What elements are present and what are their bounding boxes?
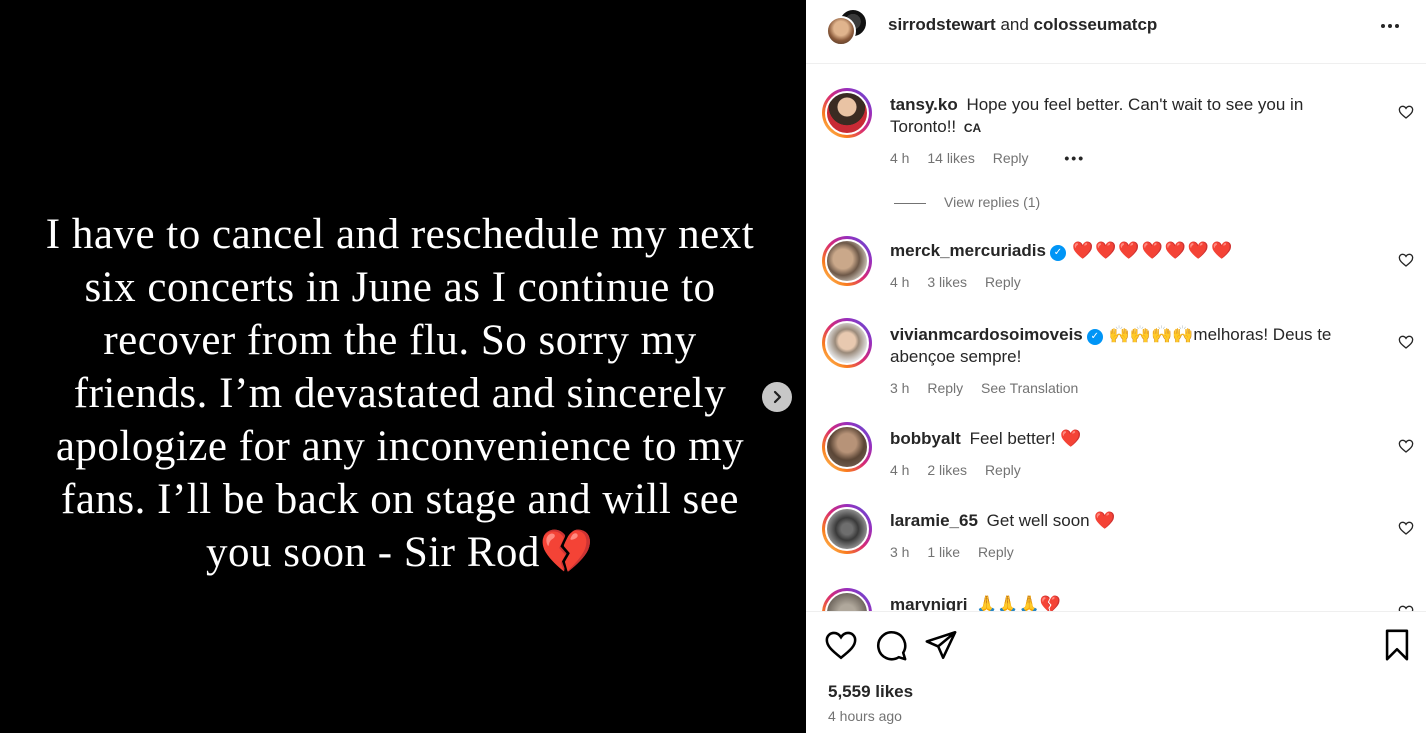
post-likes-count[interactable]: 5,559 likes <box>828 682 913 702</box>
share-send-icon[interactable] <box>924 628 958 662</box>
heart-outline-icon[interactable] <box>1398 520 1414 536</box>
chevron-right-icon <box>773 390 782 404</box>
post-timestamp[interactable]: 4 hours ago <box>828 708 902 724</box>
comment-username[interactable]: merck_mercuriadis <box>890 241 1046 260</box>
comment-time[interactable]: 3 h <box>890 544 909 560</box>
next-slide-button[interactable] <box>762 382 792 412</box>
reply-button[interactable]: Reply <box>985 274 1021 290</box>
comment-username[interactable]: tansy.ko <box>890 95 958 114</box>
see-translation-button[interactable]: See Translation <box>981 380 1078 396</box>
comment-time[interactable]: 3 h <box>890 380 909 396</box>
heart-outline-icon[interactable] <box>1398 604 1414 611</box>
comments-list[interactable]: tansy.ko Hope you feel better. Can't wai… <box>806 64 1426 611</box>
comment-username[interactable]: vivianmcardosoimoveis <box>890 325 1083 344</box>
authors-conjunction: and <box>1000 15 1029 34</box>
heart-outline-icon[interactable] <box>1398 438 1414 454</box>
comment-text: bobbyalt Feel better! ❤️ <box>890 428 1360 450</box>
avatar[interactable] <box>822 422 872 472</box>
more-horizontal-icon <box>1381 24 1399 28</box>
avatar[interactable] <box>822 588 872 611</box>
comment-text: tansy.ko Hope you feel better. Can't wai… <box>890 94 1360 139</box>
bookmark-icon[interactable] <box>1380 628 1414 662</box>
reply-button[interactable]: Reply <box>978 544 1014 560</box>
post-media: I have to cancel and reschedule my next … <box>0 0 806 733</box>
comment-time[interactable]: 4 h <box>890 462 909 478</box>
comment-text: vivianmcardosoimoveis ✓ 🙌🙌🙌🙌melhoras! Deus… <box>890 324 1360 368</box>
comment-time[interactable]: 4 h <box>890 274 909 290</box>
reply-divider <box>894 202 926 204</box>
comment-content: Feel better! ❤️ <box>969 429 1082 448</box>
reply-button[interactable]: Reply <box>927 380 963 396</box>
comment-likes[interactable]: 14 likes <box>927 150 974 166</box>
instagram-post-view: I have to cancel and reschedule my next … <box>0 0 1426 733</box>
more-options-button[interactable] <box>1376 14 1404 38</box>
comment-content: 🙏🙏🙏💔 <box>976 595 1061 611</box>
reply-button[interactable]: Reply <box>993 150 1029 166</box>
comment-meta: 4 h 2 likes Reply <box>890 462 1035 478</box>
verified-badge-icon: ✓ <box>1049 245 1066 261</box>
comment-text: marynigri 🙏🙏🙏💔 <box>890 594 1360 611</box>
comment-content: ❤️❤️❤️❤️❤️❤️❤️ <box>1071 241 1235 260</box>
post-actions: 5,559 likes 4 hours ago <box>806 611 1426 733</box>
comment-likes[interactable]: 3 likes <box>927 274 967 290</box>
avatar[interactable] <box>822 318 872 368</box>
comment-time[interactable]: 4 h <box>890 150 909 166</box>
comment-username[interactable]: bobbyalt <box>890 429 961 448</box>
comment-meta: 4 h 14 likes Reply ••• <box>890 150 1099 166</box>
comment-username[interactable]: laramie_65 <box>890 511 978 530</box>
comment-text: laramie_65 Get well soon ❤️ <box>890 510 1360 532</box>
avatar-author[interactable] <box>826 16 856 46</box>
comment-text: merck_mercuriadis ✓ ❤️❤️❤️❤️❤️❤️❤️ <box>890 240 1360 262</box>
comment-content: Get well soon ❤️ <box>986 511 1116 530</box>
like-heart-icon[interactable] <box>824 628 858 662</box>
country-badge: CA <box>963 121 982 135</box>
avatar[interactable] <box>822 236 872 286</box>
comment-likes[interactable]: 2 likes <box>927 462 967 478</box>
post-side-panel: sirrodstewart and colosseumatcp tansy.ko… <box>806 0 1426 733</box>
comment-meta: 3 h 1 like Reply <box>890 544 1028 560</box>
comment-likes[interactable]: 1 like <box>927 544 960 560</box>
post-authors: sirrodstewart and colosseumatcp <box>888 15 1157 35</box>
verified-badge-icon: ✓ <box>1086 329 1103 345</box>
comment-options-icon[interactable]: ••• <box>1064 150 1085 166</box>
reply-button[interactable]: Reply <box>985 462 1021 478</box>
heart-outline-icon[interactable] <box>1398 334 1414 350</box>
post-image-text: I have to cancel and reschedule my next … <box>45 211 755 576</box>
heart-outline-icon[interactable] <box>1398 104 1414 120</box>
author-username[interactable]: sirrodstewart <box>888 15 996 34</box>
collab-username[interactable]: colosseumatcp <box>1034 15 1158 34</box>
avatar[interactable] <box>822 504 872 554</box>
avatar[interactable] <box>822 88 872 138</box>
comment-bubble-icon[interactable] <box>874 628 908 662</box>
comment-username[interactable]: marynigri <box>890 595 967 611</box>
comment-meta: 4 h 3 likes Reply <box>890 274 1035 290</box>
post-header: sirrodstewart and colosseumatcp <box>806 0 1426 64</box>
view-replies-button[interactable]: View replies (1) <box>894 194 1040 210</box>
comment-meta: 3 h Reply See Translation <box>890 380 1092 396</box>
heart-outline-icon[interactable] <box>1398 252 1414 268</box>
